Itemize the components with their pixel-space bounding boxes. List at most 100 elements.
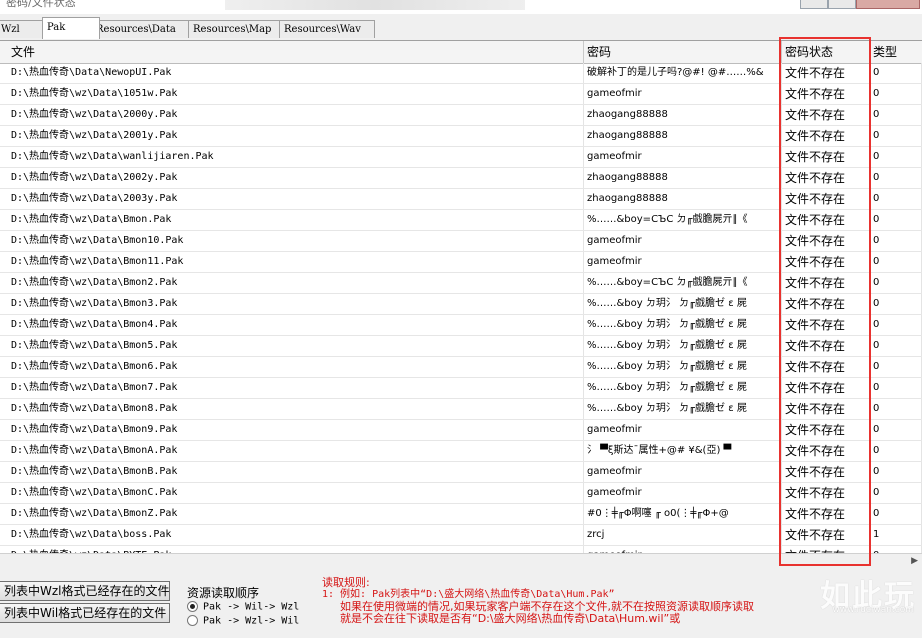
password-cell: 破解补丁的是儿子吗?@#! @#……%& <box>584 63 782 83</box>
file-cell: D:\热血传奇\wz\Data\2001y.Pak <box>8 126 584 146</box>
type-cell: 0 <box>870 399 922 419</box>
file-cell: D:\热血传奇\wz\Data\1051w.Pak <box>8 84 584 104</box>
table-row[interactable]: D:\热血传奇\wz\Data\Bmon2.Pak %……&boy=CЪC ㄉ╓戲… <box>0 273 922 294</box>
table-row[interactable]: D:\热血传奇\wz\Data\Bmon5.Pak %……&boy ㄉ玥氵 ㄉ╓戲… <box>0 336 922 357</box>
radio-checked-icon[interactable] <box>187 601 198 612</box>
column-header-file[interactable]: 文件 <box>8 41 584 63</box>
type-cell: 0 <box>870 294 922 314</box>
password-cell: %……&boy ㄉ玥氵 ㄉ╓戲膽ゼ ε 屍 <box>584 378 782 398</box>
table-row[interactable]: D:\热血传奇\Data\NewopUI.Pak 破解补丁的是儿子吗?@#! @#… <box>0 63 922 84</box>
load-order-option-2[interactable]: Pak -> Wzl-> Wil <box>187 615 299 629</box>
password-cell: %……&boy ㄉ玥氵 ㄉ╓戲膽ゼ ε 屍 <box>584 315 782 335</box>
table-row[interactable]: D:\热血传奇\wz\Data\Bmon8.Pak %……&boy ㄉ玥氵 ㄉ╓戲… <box>0 399 922 420</box>
status-cell: 文件不存在 <box>782 315 870 335</box>
type-cell: 0 <box>870 126 922 146</box>
password-cell: gameofmir <box>584 231 782 251</box>
window-title: 密码/文件状态 <box>6 0 76 9</box>
scroll-right-icon[interactable]: ▶ <box>911 556 918 566</box>
radio-label: Pak -> Wil-> Wzl <box>203 601 300 613</box>
file-cell: D:\热血传奇\wz\Data\Bmon5.Pak <box>8 336 584 356</box>
status-cell: 文件不存在 <box>782 462 870 482</box>
table-row[interactable]: D:\热血传奇\wz\Data\BmonA.Pak 氵 ▀ξ斯达ˉ属性+@# ¥&… <box>0 441 922 462</box>
maximize-button[interactable] <box>828 0 856 9</box>
password-cell: %……&boy ㄉ玥氵 ㄉ╓戲膽ゼ ε 屍 <box>584 357 782 377</box>
close-button[interactable] <box>856 0 920 9</box>
table-row[interactable]: D:\热血传奇\wz\Data\Bmon11.Pak gameofmir 文件不存在… <box>0 252 922 273</box>
type-cell: 0 <box>870 504 922 524</box>
type-cell: 0 <box>870 84 922 104</box>
load-order-label: 资源读取顺序 <box>187 586 260 600</box>
password-cell: %……&boy ㄉ玥氵 ㄉ╓戲膽ゼ ε 屍 <box>584 294 782 314</box>
status-cell: 文件不存在 <box>782 336 870 356</box>
blurred-region <box>225 0 525 10</box>
password-cell: gameofmir <box>584 420 782 440</box>
password-cell: 氵 ▀ξ斯达ˉ属性+@# ¥&(亞) ▀ <box>584 441 782 461</box>
horizontal-scrollbar[interactable]: ▶ <box>0 553 922 571</box>
pak-list-grid[interactable]: 文件 密码 密码状态 类型 D:\热血传奇\Data\NewopUI.Pak 破解… <box>0 40 922 554</box>
file-cell: D:\热血传奇\wz\Data\Bmon11.Pak <box>8 252 584 272</box>
password-cell: %……&boy=CЪC ㄉ╓戲膽屍亓∥《 <box>584 210 782 230</box>
table-row[interactable]: D:\热血传奇\wz\Data\Bmon6.Pak %……&boy ㄉ玥氵 ㄉ╓戲… <box>0 357 922 378</box>
type-cell: 1 <box>870 525 922 545</box>
wil-existing-files-button[interactable]: 列表中Wil格式已经存在的文件 <box>0 603 170 623</box>
type-cell: 0 <box>870 105 922 125</box>
table-row[interactable]: D:\热血传奇\wz\Data\BmonZ.Pak #0⋮╪╓Φ啊噻 ╓ o0(⋮… <box>0 504 922 525</box>
type-cell: 0 <box>870 420 922 440</box>
status-cell: 文件不存在 <box>782 441 870 461</box>
table-row[interactable]: D:\热血传奇\wz\Data\Bmon9.Pak gameofmir 文件不存在 0 <box>0 420 922 441</box>
minimize-button[interactable] <box>800 0 828 9</box>
file-cell: D:\热血传奇\wz\Data\BmonC.Pak <box>8 483 584 503</box>
wzl-existing-files-button[interactable]: 列表中Wzl格式已经存在的文件 <box>0 581 170 601</box>
table-row[interactable]: D:\热血传奇\wz\Data\Bmon.Pak %……&boy=CЪC ㄉ╓戲膽… <box>0 210 922 231</box>
password-cell: zhaogang88888 <box>584 126 782 146</box>
tab-label: Pak <box>47 22 66 33</box>
rules-title: 读取规则: <box>322 576 370 589</box>
password-cell: gameofmir <box>584 252 782 272</box>
type-cell: 0 <box>870 168 922 188</box>
table-row[interactable]: D:\热血传奇\wz\Data\Bmon4.Pak %……&boy ㄉ玥氵 ㄉ╓戲… <box>0 315 922 336</box>
table-row[interactable]: D:\热血传奇\wz\Data\wanlijiaren.Pak gameofmir… <box>0 147 922 168</box>
password-cell: zrcj <box>584 525 782 545</box>
table-row[interactable]: D:\热血传奇\wz\Data\BmonC.Pak gameofmir 文件不存在 0 <box>0 483 922 504</box>
table-row[interactable]: D:\热血传奇\wz\Data\2003y.Pak zhaogang88888 文件… <box>0 189 922 210</box>
table-row[interactable]: D:\热血传奇\wz\Data\1051w.Pak gameofmir 文件不存在 0 <box>0 84 922 105</box>
password-cell: gameofmir <box>584 84 782 104</box>
file-cell: D:\热血传奇\wz\Data\2002y.Pak <box>8 168 584 188</box>
status-cell: 文件不存在 <box>782 126 870 146</box>
radio-unchecked-icon[interactable] <box>187 615 198 626</box>
file-cell: D:\热血传奇\wz\Data\Bmon.Pak <box>8 210 584 230</box>
table-row[interactable]: D:\热血传奇\wz\Data\boss.Pak zrcj 文件不存在 1 <box>0 525 922 546</box>
type-cell: 0 <box>870 210 922 230</box>
tab-resources-wav[interactable]: Resources\Wav <box>279 20 375 38</box>
tab-label: Resources\Wav <box>284 24 361 35</box>
column-header-password[interactable]: 密码 <box>584 41 782 63</box>
table-row[interactable]: D:\热血传奇\wz\Data\Bmon10.Pak gameofmir 文件不存在… <box>0 231 922 252</box>
watermark-url: www.ruciwan.com <box>832 605 914 615</box>
tab-pak[interactable]: Pak <box>42 17 100 39</box>
status-cell: 文件不存在 <box>782 273 870 293</box>
table-row[interactable]: D:\热血传奇\wz\Data\2000y.Pak zhaogang88888 文件… <box>0 105 922 126</box>
table-row[interactable]: D:\热血传奇\wz\Data\Bmon7.Pak %……&boy ㄉ玥氵 ㄉ╓戲… <box>0 378 922 399</box>
password-cell: %……&boy ㄉ玥氵 ㄉ╓戲膽ゼ ε 屍 <box>584 336 782 356</box>
table-row[interactable]: D:\热血传奇\wz\Data\Bmon3.Pak %……&boy ㄉ玥氵 ㄉ╓戲… <box>0 294 922 315</box>
rules-line-3: 就是不会在往下读取是否有“D:\盛大网络\热血传奇\Data\Hum.wil”或 <box>340 612 681 625</box>
table-row[interactable]: D:\热血传奇\wz\Data\2002y.Pak zhaogang88888 文件… <box>0 168 922 189</box>
load-order-option-1[interactable]: Pak -> Wil-> Wzl <box>187 601 299 615</box>
tab-resources-map[interactable]: Resources\Map <box>188 20 288 38</box>
tab-resources-data[interactable]: Resources\Data <box>91 20 197 38</box>
table-row[interactable]: D:\热血传奇\wz\Data\BmonB.Pak gameofmir 文件不存在 0 <box>0 462 922 483</box>
column-header-status[interactable]: 密码状态 <box>782 41 870 63</box>
file-cell: D:\热血传奇\wz\Data\wanlijiaren.Pak <box>8 147 584 167</box>
password-cell: gameofmir <box>584 483 782 503</box>
table-row[interactable]: D:\热血传奇\wz\Data\2001y.Pak zhaogang88888 文件… <box>0 126 922 147</box>
status-cell: 文件不存在 <box>782 294 870 314</box>
tab-strip: Wzl Pak Resources\Data Resources\Map Res… <box>0 17 922 39</box>
column-header-type[interactable]: 类型 <box>870 41 922 63</box>
file-cell: D:\热血传奇\wz\Data\BmonB.Pak <box>8 462 584 482</box>
status-cell: 文件不存在 <box>782 357 870 377</box>
file-cell: D:\热血传奇\wz\Data\boss.Pak <box>8 525 584 545</box>
file-cell: D:\热血传奇\Data\NewopUI.Pak <box>8 63 584 83</box>
read-rules: 读取规则: 1: 例如: Pak列表中“D:\盛大网络\热血传奇\Data\Hu… <box>322 577 754 625</box>
status-cell: 文件不存在 <box>782 420 870 440</box>
type-cell: 0 <box>870 252 922 272</box>
